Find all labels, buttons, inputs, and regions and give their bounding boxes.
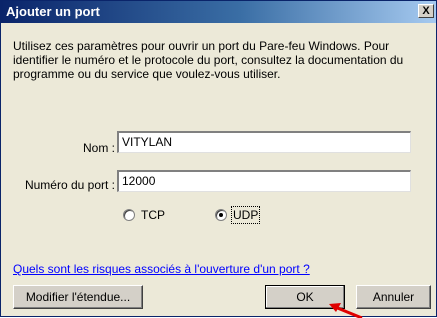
- udp-radio[interactable]: UDP: [215, 206, 261, 224]
- modify-scope-button[interactable]: Modifier l'étendue...: [13, 285, 143, 309]
- tcp-radio-circle[interactable]: [123, 209, 135, 221]
- name-field[interactable]: VITYLAN: [117, 131, 411, 153]
- tcp-radio-label[interactable]: TCP: [141, 208, 165, 222]
- port-number-field[interactable]: 12000: [117, 170, 411, 192]
- annotation-arrow-icon: [329, 303, 363, 318]
- close-button[interactable]: X: [418, 4, 434, 18]
- tcp-radio[interactable]: TCP: [123, 208, 165, 222]
- dialog-description: Utilisez ces paramètres pour ouvrir un p…: [13, 39, 404, 81]
- add-port-dialog: Ajouter un port X Utilisez ces paramètre…: [0, 0, 437, 318]
- port-risks-link[interactable]: Quels sont les risques associés à l'ouve…: [13, 262, 310, 276]
- cancel-button[interactable]: Annuler: [356, 285, 431, 309]
- name-label: Nom :: [82, 141, 115, 155]
- udp-radio-label[interactable]: UDP: [230, 206, 261, 224]
- dialog-title: Ajouter un port: [6, 4, 100, 19]
- udp-radio-circle[interactable]: [215, 209, 227, 221]
- title-bar[interactable]: Ajouter un port X: [1, 1, 436, 23]
- port-number-label: Numéro du port :: [24, 178, 115, 192]
